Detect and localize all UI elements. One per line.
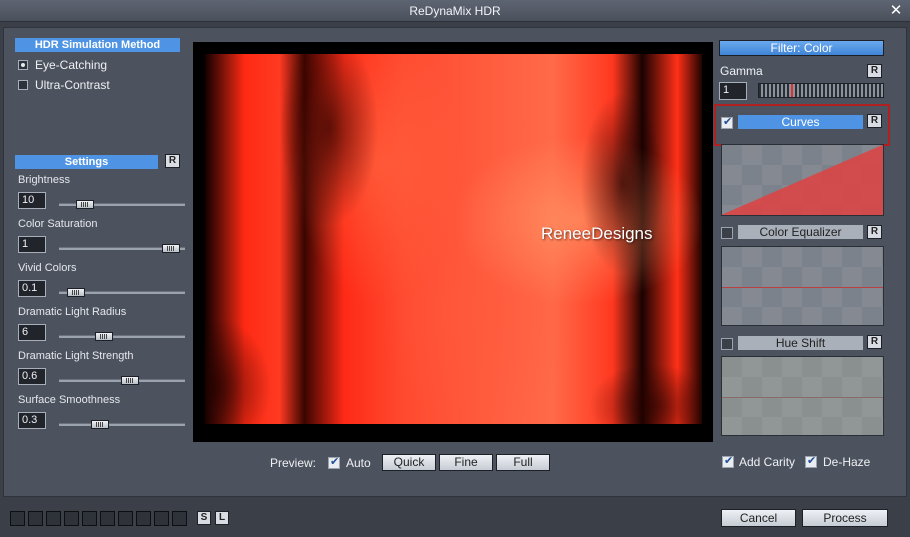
auto-checkbox[interactable]: Auto (328, 455, 371, 471)
checkbox-icon[interactable] (328, 455, 340, 469)
hue-shift-checkbox[interactable] (721, 338, 733, 350)
close-icon[interactable]: ✕ (888, 0, 904, 22)
checkbox-icon[interactable] (805, 454, 817, 468)
load-preset-button[interactable]: L (215, 511, 229, 525)
setting-label: Dramatic Light Radius (18, 306, 127, 318)
preview-frame: ReneeDesigns (193, 42, 713, 442)
preset-slot[interactable] (100, 511, 115, 526)
setting-slider[interactable] (59, 420, 185, 429)
color-equalizer-reset-button[interactable]: R (867, 225, 882, 239)
gamma-label: Gamma (720, 64, 763, 78)
setting-slider[interactable] (59, 244, 185, 253)
quick-button[interactable]: Quick (382, 454, 436, 471)
preset-slot[interactable] (10, 511, 25, 526)
curves-reset-button[interactable]: R (867, 114, 882, 128)
curves-thumbnail[interactable] (721, 144, 884, 216)
setting-value-input[interactable]: 0.1 (18, 280, 46, 297)
radio-label: Ultra-Contrast (35, 78, 110, 92)
gamma-input[interactable]: 1 (719, 82, 747, 100)
preset-slot[interactable] (28, 511, 43, 526)
setting-label: Color Saturation (18, 218, 98, 230)
preset-slot[interactable] (136, 511, 151, 526)
slider-thumb[interactable] (95, 332, 113, 341)
setting-value-input[interactable]: 1 (18, 236, 46, 253)
radio-ultra-contrast[interactable]: Ultra-Contrast (18, 78, 110, 92)
preset-slot[interactable] (64, 511, 79, 526)
slider-thumb[interactable] (91, 420, 109, 429)
de-haze-checkbox[interactable]: De-Haze (805, 454, 870, 470)
color-equalizer-checkbox[interactable] (721, 227, 733, 239)
setting-value-input[interactable]: 6 (18, 324, 46, 341)
gamma-marker (791, 84, 793, 97)
setting-slider[interactable] (59, 332, 185, 341)
setting-value-input[interactable]: 10 (18, 192, 46, 209)
slider-thumb[interactable] (67, 288, 85, 297)
radio-icon[interactable] (18, 60, 28, 70)
setting-value-input[interactable]: 0.6 (18, 368, 46, 385)
cancel-button[interactable]: Cancel (721, 509, 796, 527)
setting-label: Brightness (18, 174, 70, 186)
preset-slot[interactable] (46, 511, 61, 526)
slider-thumb[interactable] (121, 376, 139, 385)
radio-eye-catching[interactable]: Eye-Catching (18, 58, 107, 72)
radio-label: Eye-Catching (35, 58, 108, 72)
title-bar: ReDynaMix HDR ✕ (0, 0, 910, 22)
hue-shift-thumbnail[interactable] (721, 356, 884, 436)
preset-slot[interactable] (154, 511, 169, 526)
curves-checkbox[interactable] (721, 115, 733, 129)
gamma-reset-button[interactable]: R (867, 64, 882, 78)
curves-bar[interactable]: Curves (738, 115, 863, 129)
gamma-slider[interactable] (758, 83, 884, 98)
preset-slot[interactable] (172, 511, 187, 526)
hue-shift-bar[interactable]: Hue Shift (738, 336, 863, 350)
setting-label: Vivid Colors (18, 262, 77, 274)
preset-slot[interactable] (118, 511, 133, 526)
fine-button[interactable]: Fine (439, 454, 493, 471)
full-button[interactable]: Full (496, 454, 550, 471)
preset-slots (10, 511, 187, 526)
slider-thumb[interactable] (162, 244, 180, 253)
process-button[interactable]: Process (802, 509, 888, 527)
settings-header: Settings (15, 155, 158, 169)
preset-slot[interactable] (82, 511, 97, 526)
setting-label: Dramatic Light Strength (18, 350, 134, 362)
slider-thumb[interactable] (76, 200, 94, 209)
watermark-text: ReneeDesigns (541, 224, 653, 243)
hdr-method-header: HDR Simulation Method (15, 38, 180, 52)
radio-icon[interactable] (18, 80, 28, 90)
setting-slider[interactable] (59, 376, 185, 385)
hue-shift-reset-button[interactable]: R (867, 335, 882, 349)
filter-color-button[interactable]: Filter: Color (719, 40, 884, 56)
window-title: ReDynaMix HDR (409, 4, 501, 18)
save-preset-button[interactable]: S (197, 511, 211, 525)
preview-label: Preview: (270, 456, 317, 470)
setting-value-input[interactable]: 0.3 (18, 412, 46, 429)
color-equalizer-thumbnail[interactable] (721, 246, 884, 326)
preview-image: ReneeDesigns (205, 54, 702, 424)
color-equalizer-bar[interactable]: Color Equalizer (738, 225, 863, 239)
settings-reset-button[interactable]: R (165, 154, 180, 168)
add-carity-checkbox[interactable]: Add Carity (722, 454, 795, 470)
checkbox-icon[interactable] (722, 454, 734, 468)
setting-slider[interactable] (59, 200, 185, 209)
setting-label: Surface Smoothness (18, 394, 121, 406)
setting-slider[interactable] (59, 288, 185, 297)
